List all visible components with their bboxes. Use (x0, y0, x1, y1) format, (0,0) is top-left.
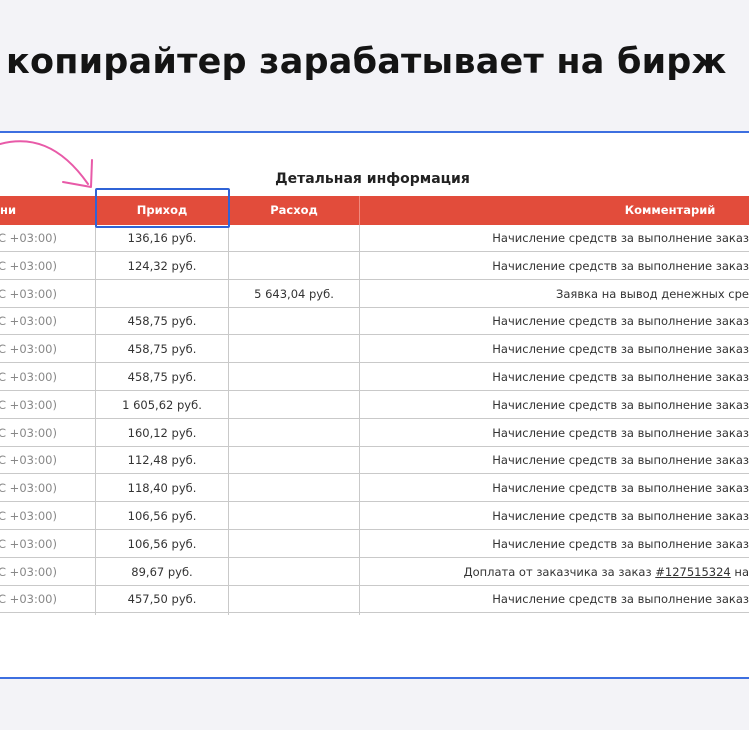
row-comment: Начисление средств за выполнение заказ (492, 258, 749, 273)
row-time: C +03:00) (0, 564, 57, 579)
row-income: 124,32 руб. (127, 258, 197, 273)
header-divider (359, 196, 360, 225)
table-row: C +03:00) 160,12 руб. Начисление средств з… (0, 420, 749, 447)
order-link[interactable]: #127515324 (655, 565, 731, 579)
table-row: C +03:00) 136,16 руб. Начисление средств з… (0, 225, 749, 252)
row-comment: Начисление средств за выполнение заказ (492, 536, 749, 551)
row-comment-text: на (730, 564, 749, 579)
table-row: C +03:00) 118,40 руб. Начисление средств з… (0, 475, 749, 503)
row-time: C +03:00) (0, 453, 57, 468)
table-row: C +03:00) 106,56 руб. Начисление средств з… (0, 531, 749, 558)
row-income: 118,40 руб. (127, 481, 197, 496)
table-row: C +03:00) 457,50 руб. Начисление средств з… (0, 586, 749, 614)
row-time: C +03:00) (0, 370, 57, 384)
column-divider (95, 225, 96, 615)
row-time: C +03:00) (0, 536, 57, 551)
row-comment: Начисление средств за выполнение заказ (492, 481, 749, 496)
row-comment: Начисление средств за выполнение заказ (492, 314, 749, 329)
row-time: C +03:00) (0, 397, 57, 412)
row-comment: Начисление средств за выполнение заказ (492, 397, 749, 412)
row-time: C +03:00) (0, 286, 57, 301)
row-income: 458,75 руб. (127, 342, 197, 357)
column-header-expense[interactable]: Расход (229, 196, 359, 225)
income-column-highlight (95, 188, 230, 228)
table-row: C +03:00) 124,32 руб. Начисление средств з… (0, 253, 749, 280)
row-comment: Доплата от заказчика за заказ #127515324… (360, 559, 749, 586)
row-income: 160,12 руб. (127, 425, 197, 440)
row-comment: Начисление средств за выполнение заказ (492, 425, 749, 440)
row-income: 458,75 руб. (127, 314, 197, 329)
table-row: C +03:00) 112,48 руб. Начисление средств з… (0, 447, 749, 475)
row-time: C +03:00) (0, 509, 57, 523)
row-income: 112,48 руб. (127, 453, 197, 468)
table-row: C +03:00) 458,75 руб. Начисление средств з… (0, 364, 749, 391)
column-header-time: ни (0, 203, 17, 217)
row-expense: 5 643,04 руб. (254, 286, 334, 301)
column-divider (228, 225, 229, 615)
row-income: 136,16 руб. (127, 231, 197, 245)
row-income: 457,50 руб. (127, 592, 197, 607)
table-row: C +03:00) 458,75 руб. Начисление средств з… (0, 336, 749, 364)
table-row: C +03:00) 5 643,04 руб. Заявка на вывод де… (0, 281, 749, 308)
row-time: C +03:00) (0, 231, 57, 245)
row-comment: Начисление средств за выполнение заказ (492, 453, 749, 468)
row-time: C +03:00) (0, 342, 57, 357)
row-income: 458,75 руб. (127, 370, 197, 384)
table-row: C +03:00) 1 605,62 руб. Начисление средств… (0, 392, 749, 419)
row-time: C +03:00) (0, 258, 57, 273)
row-comment: Заявка на вывод денежных сре (555, 286, 749, 301)
table-row: C +03:00) 458,75 руб. Начисление средств з… (0, 308, 749, 336)
panel-title: Детальная информация (275, 171, 470, 187)
row-income: 89,67 руб. (131, 564, 193, 579)
column-header-comment[interactable]: Комментарий (560, 196, 749, 225)
row-comment: Начисление средств за выполнение заказ (492, 342, 749, 357)
table-row: C +03:00) 106,56 руб. Начисление средств з… (0, 503, 749, 530)
row-comment: Начисление средств за выполнение заказ (492, 592, 749, 607)
row-time: C +03:00) (0, 425, 57, 440)
row-income: 1 605,62 руб. (122, 397, 202, 412)
row-comment-text: Доплата от заказчика за заказ (463, 564, 656, 579)
row-comment: Начисление средств за выполнение заказ (492, 509, 749, 523)
row-time: C +03:00) (0, 592, 57, 607)
pointer-arrow-icon (0, 140, 93, 188)
column-divider (359, 225, 360, 615)
row-comment: Начисление средств за выполнение заказ (492, 231, 749, 245)
row-income: 106,56 руб. (127, 509, 197, 523)
row-comment: Начисление средств за выполнение заказ (492, 370, 749, 384)
row-time: C +03:00) (0, 481, 57, 496)
row-time: C +03:00) (0, 314, 57, 329)
row-income: 106,56 руб. (127, 536, 197, 551)
headline: копирайтер зарабатывает на бирж (6, 42, 727, 82)
table-row: C +03:00) 89,67 руб. Доплата от заказчика … (0, 559, 749, 586)
